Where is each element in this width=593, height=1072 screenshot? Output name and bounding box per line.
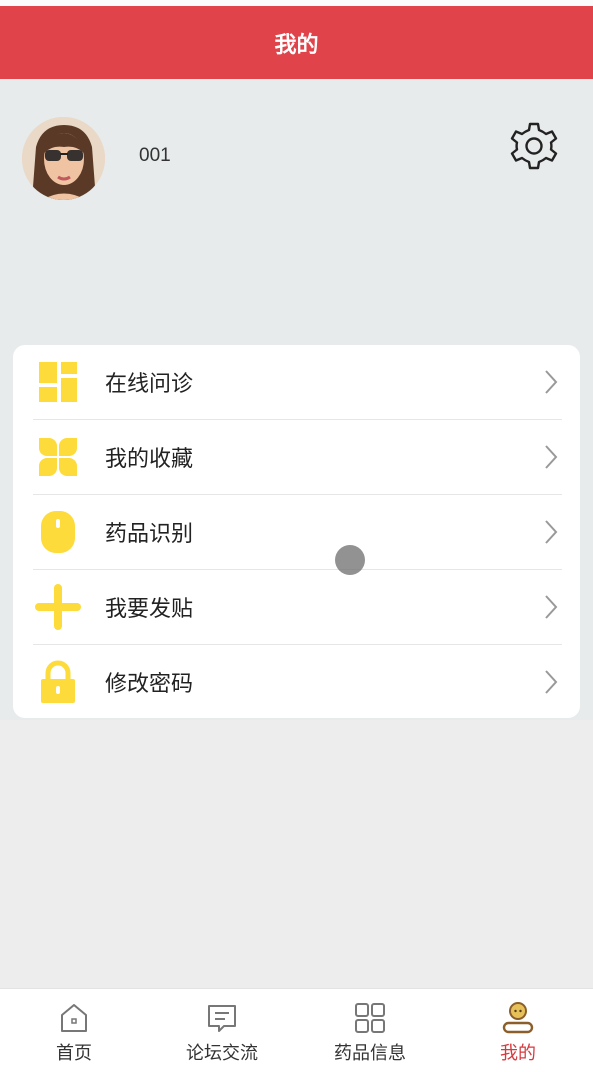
chevron-right-icon	[545, 520, 558, 544]
menu-item-change-password[interactable]: 修改密码	[33, 645, 560, 719]
tab-label: 药品信息	[334, 1043, 406, 1064]
tab-mine[interactable]: 我的	[444, 989, 592, 1072]
tab-label: 我的	[500, 1043, 536, 1064]
page-header: 我的	[0, 6, 593, 79]
menu-item-drug-recognition[interactable]: 药品识别	[33, 495, 560, 569]
chevron-right-icon	[545, 595, 558, 619]
mouse-icon	[35, 509, 81, 555]
menu-item-label: 药品识别	[105, 522, 194, 547]
menu-item-favorites[interactable]: 我的收藏	[33, 420, 560, 494]
grid-layout-icon	[35, 359, 81, 405]
chevron-right-icon	[545, 445, 558, 469]
menu-card: 在线问诊 我的收藏 药品识别 我要发贴 修改密码	[13, 345, 580, 718]
tab-label: 首页	[56, 1043, 92, 1064]
chevron-right-icon	[545, 370, 558, 394]
clover-icon	[35, 434, 81, 480]
settings-button[interactable]	[508, 120, 560, 172]
bottom-tab-bar: 首页 论坛交流 药品信息 我的	[0, 988, 593, 1072]
username: 001	[139, 145, 171, 166]
message-icon	[208, 1005, 236, 1032]
tab-label: 论坛交流	[186, 1043, 258, 1064]
avatar[interactable]	[22, 117, 105, 200]
tab-drug-info[interactable]: 药品信息	[296, 989, 444, 1072]
lock-icon	[35, 659, 81, 705]
tab-home[interactable]: 首页	[0, 989, 148, 1072]
plus-icon	[35, 584, 81, 630]
page-title: 我的	[274, 32, 319, 58]
menu-item-label: 在线问诊	[105, 372, 194, 397]
user-icon	[502, 1002, 534, 1034]
avatar-image	[22, 117, 105, 200]
gear-icon	[510, 122, 558, 170]
menu-item-new-post[interactable]: 我要发贴	[33, 570, 560, 644]
menu-item-online-consultation[interactable]: 在线问诊	[33, 345, 560, 419]
menu-item-label: 修改密码	[105, 672, 194, 697]
menu-item-label: 我的收藏	[105, 447, 194, 472]
apps-grid-icon	[355, 1003, 385, 1033]
home-icon	[61, 1004, 87, 1032]
chevron-right-icon	[545, 670, 558, 694]
menu-item-label: 我要发贴	[105, 597, 194, 622]
touch-indicator	[335, 545, 365, 575]
tab-forum[interactable]: 论坛交流	[148, 989, 296, 1072]
